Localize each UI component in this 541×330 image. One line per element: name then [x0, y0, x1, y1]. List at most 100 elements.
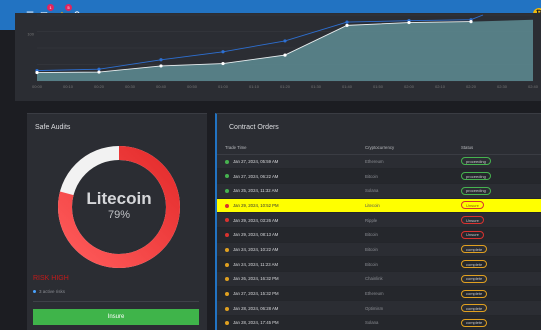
status-dot — [225, 189, 229, 194]
status-dot — [225, 321, 229, 326]
active-risks-text: 3 active risks — [39, 289, 66, 294]
trade-time-cell: Jan 29, 2024, 03:26 AM — [217, 212, 357, 228]
active-risks-note: 3 active risks — [33, 289, 65, 294]
status-cell: proceeding — [453, 154, 541, 170]
crypto-cell: Chainlink — [357, 271, 453, 287]
data-point — [283, 53, 287, 57]
trade-time-text: Jan 28, 2024, 17:45 PM — [233, 320, 279, 326]
status-badge: proceeding — [461, 186, 491, 195]
crypto-cell: Bitcoin — [357, 227, 453, 243]
x-tick-label: 00:50 — [187, 84, 198, 89]
x-tick-label: 00:30 — [125, 84, 136, 89]
table-row[interactable]: Jan 29, 2024, 03:26 AM Ripple Unsure — [217, 212, 541, 228]
table-row[interactable]: Jan 28, 2024, 06:28 AM Optimism complete — [217, 300, 541, 317]
risk-gauge: Litecoin 79% — [54, 142, 184, 272]
status-dot — [33, 290, 36, 294]
contract-orders-card: Contract Orders Trade Time Cryptocurrenc… — [215, 113, 541, 330]
x-tick-label: 02:30 — [497, 84, 508, 89]
mail-badge: 1 — [47, 4, 54, 11]
trade-time-text: Jan 25, 2024, 11:32 AM — [233, 188, 279, 194]
table-row[interactable]: Jan 29, 2024, 08:13 AM Bitcoin Unsure — [217, 227, 541, 243]
trade-time-text: Jan 24, 2024, 11:23 AM — [233, 261, 279, 267]
x-tick-label: 00:20 — [94, 84, 105, 89]
risk-warning-text: RISK HIGH — [33, 275, 69, 282]
crypto-cell: Bitcoin — [357, 242, 453, 258]
data-point — [221, 61, 225, 66]
col-trade-time: Trade Time — [217, 142, 357, 155]
trade-time-text: Jan 29, 2024, 08:13 AM — [233, 232, 279, 238]
chart-area — [37, 19, 533, 81]
x-tick-label: 01:10 — [249, 84, 260, 89]
y-tick-label: 100 — [27, 31, 34, 36]
crypto-cell: Ethereum — [357, 154, 453, 170]
trade-time-cell: Jan 28, 2024, 17:45 PM — [217, 315, 357, 330]
status-dot — [225, 291, 229, 296]
data-point — [283, 39, 287, 43]
trade-time-cell: Jan 29, 2024, 10:52 PM — [217, 198, 357, 214]
status-dot — [225, 233, 229, 238]
status-dot — [225, 159, 229, 164]
divider — [33, 301, 199, 302]
status-dot — [225, 247, 229, 252]
insure-button[interactable]: Insure — [33, 309, 199, 325]
trade-time-cell: Jan 24, 2024, 11:23 AM — [217, 256, 357, 272]
table-row[interactable]: Jan 24, 2024, 10:22 AM Bitcoin complete — [217, 242, 541, 258]
status-cell: complete — [453, 286, 541, 302]
x-tick-label: 02:10 — [435, 84, 446, 89]
status-cell: complete — [453, 315, 541, 330]
crypto-cell: Bitcoin — [357, 168, 453, 184]
trade-time-text: Jan 26, 2024, 16:32 PM — [233, 276, 279, 282]
table-row[interactable]: Jan 24, 2024, 11:23 AM Bitcoin complete — [217, 256, 541, 272]
status-cell: complete — [453, 271, 541, 287]
status-badge: complete — [461, 274, 488, 283]
trade-time-cell: Jan 26, 2024, 16:32 PM — [217, 271, 357, 287]
status-badge: complete — [461, 260, 488, 269]
safe-audits-card: Safe Audits Litecoin 79% RISK HIGH 3 act… — [27, 113, 207, 330]
trade-time-cell: Jan 27, 2024, 15:32 PM — [217, 286, 357, 302]
x-tick-label: 00:10 — [63, 84, 74, 89]
crypto-cell: Ripple — [357, 212, 453, 228]
x-tick-label: 02:20 — [466, 84, 477, 89]
status-dot — [225, 262, 229, 267]
trade-time-text: Jan 27, 2024, 05:59 AM — [233, 158, 279, 164]
table-row[interactable]: Jan 29, 2024, 10:52 PM Litecoin Unsure — [217, 198, 541, 214]
trade-time-text: Jan 27, 2024, 15:32 PM — [233, 291, 279, 297]
x-tick-label: 00:40 — [156, 84, 167, 89]
table-row[interactable]: Jan 27, 2024, 06:22 AM Bitcoin proceeding — [217, 168, 541, 184]
status-badge: proceeding — [461, 157, 491, 166]
table-row[interactable]: Jan 27, 2024, 15:32 PM Ethereum complete — [217, 286, 541, 302]
data-point — [469, 20, 473, 24]
status-badge: Unsure — [461, 216, 484, 225]
crypto-cell: Solana — [357, 315, 453, 330]
status-badge: proceeding — [461, 172, 491, 181]
orders-table: Trade Time Cryptocurrency Status Jan 27,… — [217, 142, 541, 330]
gauge-coin-name: Litecoin — [86, 189, 152, 208]
x-tick-label: 01:30 — [311, 84, 322, 89]
x-tick-label: 01:50 — [373, 84, 384, 89]
status-cell: Unsure — [453, 227, 541, 243]
table-row[interactable]: Jan 26, 2024, 16:32 PM Chainlink complete — [217, 271, 541, 287]
status-dot — [225, 306, 229, 311]
data-point — [407, 20, 411, 25]
trade-time-cell: Jan 24, 2024, 10:22 AM — [217, 242, 357, 258]
safe-audits-title: Safe Audits — [35, 124, 71, 131]
crypto-cell: Solana — [357, 183, 453, 199]
status-dot — [225, 203, 229, 208]
x-tick-label: 01:00 — [218, 84, 229, 89]
trade-time-cell: Jan 29, 2024, 08:13 AM — [217, 227, 357, 243]
trade-time-cell: Jan 27, 2024, 05:59 AM — [217, 154, 357, 170]
x-tick-label: 01:20 — [280, 84, 291, 89]
status-badge: complete — [461, 304, 488, 313]
x-tick-label: 02:00 — [404, 84, 415, 89]
status-badge: Unsure — [461, 230, 484, 239]
x-tick-label: 00:00 — [32, 84, 43, 89]
crypto-cell: Litecoin — [357, 198, 453, 214]
status-cell: proceeding — [453, 183, 541, 199]
table-row[interactable]: Jan 27, 2024, 05:59 AM Ethereum proceeding — [217, 154, 541, 170]
trade-time-text: Jan 27, 2024, 06:22 AM — [233, 173, 279, 179]
table-row[interactable]: Jan 28, 2024, 17:45 PM Solana complete — [217, 315, 541, 330]
trade-time-cell: Jan 28, 2024, 06:28 AM — [217, 300, 357, 317]
data-point — [97, 67, 101, 71]
table-row[interactable]: Jan 25, 2024, 11:32 AM Solana proceeding — [217, 183, 541, 199]
crypto-cell: Optimism — [357, 300, 453, 317]
